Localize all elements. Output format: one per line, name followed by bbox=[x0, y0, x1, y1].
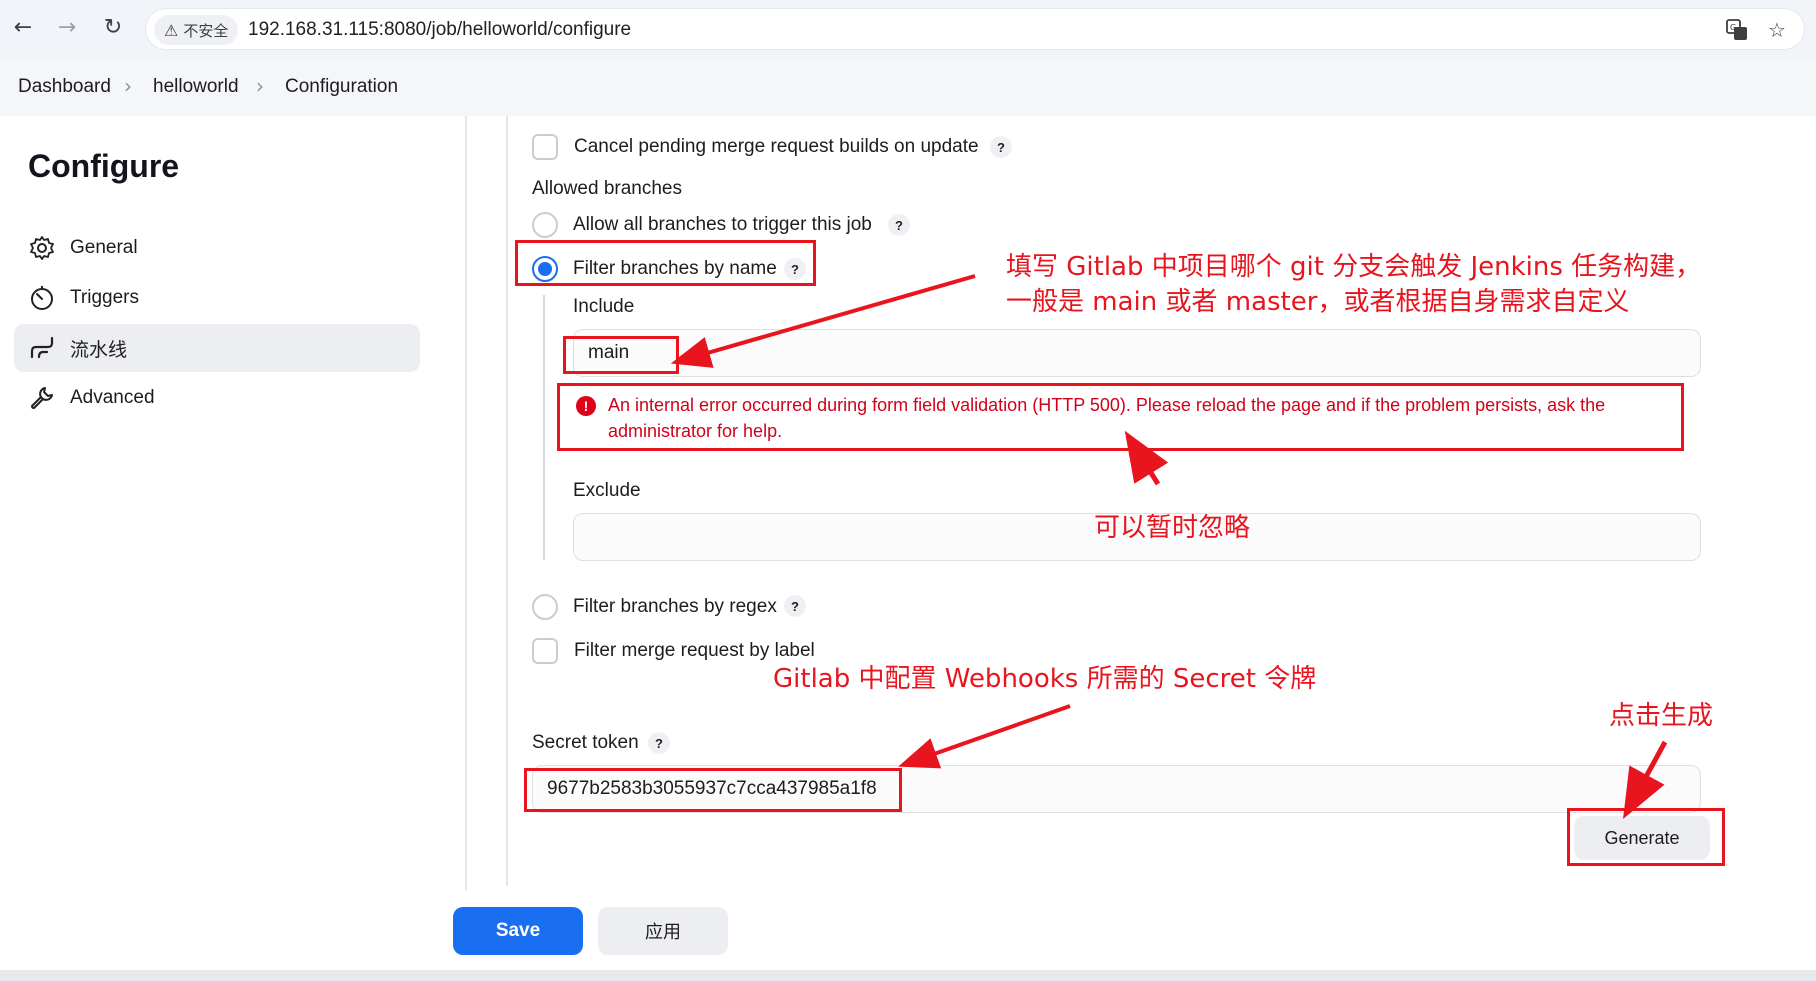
annotation-branch-note-2: 一般是 main 或者 master，或者根据自身需求自定义 bbox=[1006, 287, 1630, 317]
annotation-ignore-note: 可以暂时忽略 bbox=[1094, 513, 1251, 543]
annotation-arrows bbox=[670, 274, 1668, 819]
annotation-generate-note: 点击生成 bbox=[1609, 701, 1714, 731]
annotation-branch-note-1: 填写 Gitlab 中项目哪个 git 分支会触发 Jenkins 任务构建， bbox=[1006, 252, 1702, 282]
annotation-secret-note: Gitlab 中配置 Webhooks 所需的 Secret 令牌 bbox=[773, 664, 1317, 694]
